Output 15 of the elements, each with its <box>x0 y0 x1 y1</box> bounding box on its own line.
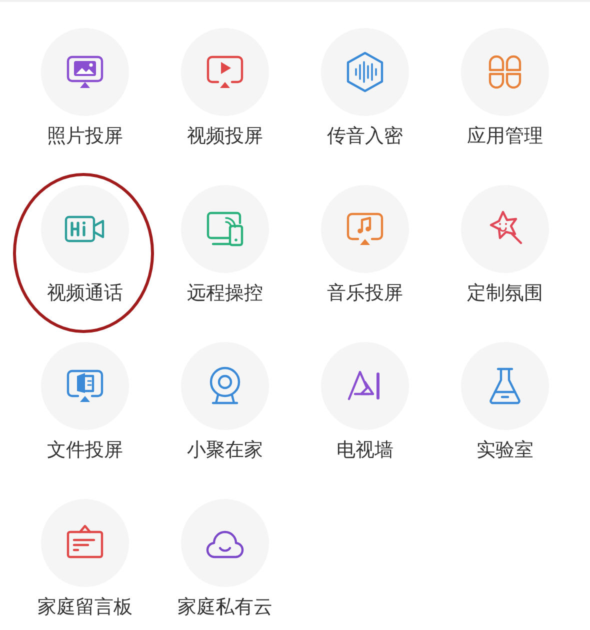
feature-label: 远程操控 <box>187 281 263 305</box>
feature-label: 家庭留言板 <box>38 595 132 619</box>
feature-label: 文件投屏 <box>47 438 123 462</box>
feature-label: 实验室 <box>476 438 534 462</box>
feature-button[interactable] <box>41 185 129 273</box>
feature-label: 音乐投屏 <box>327 281 403 305</box>
feature-label: 传音入密 <box>327 124 403 148</box>
feature-label: 小聚在家 <box>187 438 263 462</box>
feature-label: 视频通话 <box>47 281 123 305</box>
feature-label: 照片投屏 <box>47 124 123 148</box>
feature-label: 视频投屏 <box>187 124 263 148</box>
feature-label: 定制氛围 <box>467 281 543 305</box>
feature-label: 家庭私有云 <box>178 595 272 619</box>
feature-label: 电视墙 <box>336 438 394 462</box>
feature-label: 应用管理 <box>467 124 543 148</box>
